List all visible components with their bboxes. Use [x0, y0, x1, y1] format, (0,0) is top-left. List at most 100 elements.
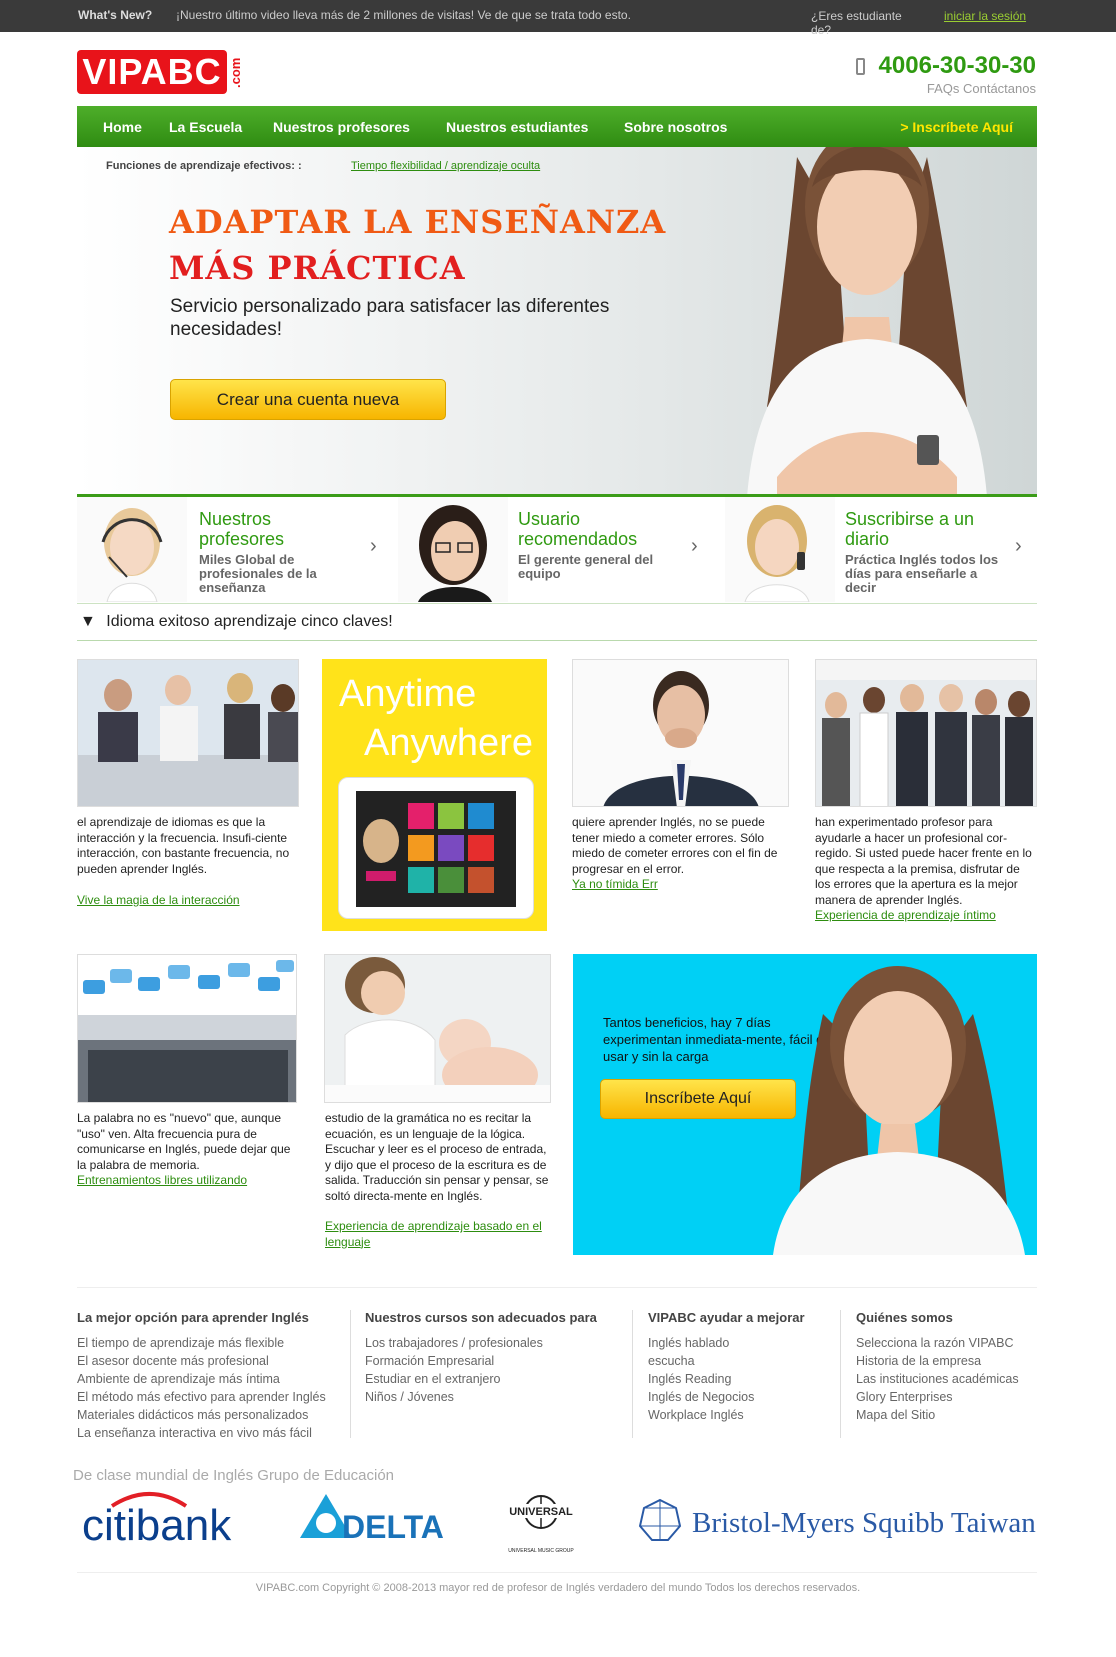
card-5-text: La palabra no es "nuevo" que, aunque "us…	[77, 1111, 291, 1172]
features-label: Funciones de aprendizaje efectivos: :	[106, 160, 302, 172]
chevron-right-icon: ›	[370, 535, 377, 557]
business-team-photo	[815, 659, 1037, 807]
footer-link[interactable]: Historia de la empresa	[856, 1352, 1046, 1370]
meeting-photo	[77, 659, 299, 807]
hero-headline-2: MÁS PRÁCTICA	[169, 249, 466, 287]
card-5-link[interactable]: Entrenamientos libres utilizando	[77, 1173, 247, 1189]
universal-music-logo: UNIVERSAL UNIVERSAL MUSIC GROUP	[504, 1495, 578, 1554]
footer-link[interactable]: Las instituciones académicas	[856, 1370, 1046, 1388]
footer-link[interactable]: Ambiente de aprendizaje más íntima	[77, 1370, 347, 1388]
card-6-text: estudio de la gramática no es recitar la…	[325, 1111, 549, 1203]
login-link[interactable]: iniciar la sesión	[944, 9, 1026, 23]
tablet-illustration	[338, 777, 534, 919]
footer-col-title: VIPABC ayudar a mejorar	[648, 1310, 805, 1325]
promo-teachers[interactable]: Nuestros profesores Miles Global de prof…	[77, 497, 397, 602]
footer-separator	[350, 1310, 351, 1438]
footer-link[interactable]: La enseñanza interactiva en vivo más fác…	[77, 1424, 347, 1442]
footer-col-improve: VIPABC ayudar a mejorar Inglés hablado e…	[648, 1310, 838, 1424]
mobile-phone-icon	[856, 58, 865, 75]
footer-link[interactable]: Materiales didácticos más personalizados	[77, 1406, 347, 1424]
nav-item-home[interactable]: Home	[103, 119, 142, 135]
chevron-right-icon: ›	[1015, 535, 1022, 557]
footer-col-title: La mejor opción para aprender Inglés	[77, 1310, 309, 1325]
footer-col-best-option: La mejor opción para aprender Inglés El …	[77, 1310, 347, 1442]
card-6-link[interactable]: Experiencia de aprendizaje basado en el …	[325, 1219, 550, 1250]
delta-logo-text: DELTA	[342, 1509, 444, 1545]
chevron-right-icon: ›	[691, 535, 698, 557]
footer-link[interactable]: Glory Enterprises	[856, 1388, 1046, 1406]
footer-divider	[77, 1287, 1037, 1288]
features-link[interactable]: Tiempo flexibilidad / aprendizaje oculta	[351, 160, 540, 172]
footer-link[interactable]: Formación Empresarial	[365, 1352, 630, 1370]
phone-number: 4006-30-30-30	[878, 52, 1036, 79]
footer-separator	[840, 1310, 841, 1438]
card-1-link[interactable]: Vive la magia de la interacción	[77, 893, 240, 909]
subscriber-phone-photo	[725, 497, 835, 602]
footer-link[interactable]: El tiempo de aprendizaje más flexible	[77, 1334, 347, 1352]
crowd-speech-bubbles-photo	[77, 954, 297, 1103]
promo-users-desc: El gerente general del equipo	[518, 552, 654, 581]
footer-link[interactable]: El asesor docente más profesional	[77, 1352, 347, 1370]
news-ticker-text[interactable]: ¡Nuestro último video lleva más de 2 mil…	[176, 8, 631, 22]
card-3-text: quiere aprender Inglés, no se puede tene…	[572, 815, 778, 876]
footer-col-courses: Nuestros cursos son adecuados para Los t…	[365, 1310, 630, 1406]
citibank-logo: citibank	[82, 1492, 232, 1550]
signup-promo-card[interactable]: Tantos beneficios, hay 7 días experiment…	[573, 954, 1037, 1255]
citibank-logo-text: citibank	[82, 1501, 232, 1550]
footer-link[interactable]: Niños / Jóvenes	[365, 1388, 630, 1406]
footer-link[interactable]: escucha	[648, 1352, 838, 1370]
section-title: ▼ Idioma exitoso aprendizaje cinco clave…	[80, 613, 393, 630]
anytime-anywhere-card[interactable]: Anytime Anywhere	[322, 659, 547, 931]
user-glasses-photo	[398, 497, 508, 602]
card-3-link[interactable]: Ya no tímida Err	[572, 877, 658, 893]
delta-logo: DELTA	[300, 1494, 444, 1545]
promo-subscribe-desc: Práctica Inglés todos los días para ense…	[845, 552, 999, 595]
footer-link[interactable]: El método más efectivo para aprender Ing…	[77, 1388, 347, 1406]
universal-logo-text: UNIVERSAL	[509, 1506, 573, 1518]
faqs-contact-link[interactable]: FAQs Contáctanos	[927, 81, 1036, 96]
promo-users[interactable]: Usuario recomendados El gerente general …	[398, 497, 718, 602]
top-bar: What's New? ¡Nuestro último video lleva …	[0, 0, 1116, 37]
promo-divider	[77, 603, 1037, 604]
nav-item-profesores[interactable]: Nuestros profesores	[273, 119, 410, 135]
footer-col-title: Nuestros cursos son adecuados para	[365, 1310, 597, 1325]
card-4-link[interactable]: Experiencia de aprendizaje íntimo	[815, 908, 996, 924]
create-account-button[interactable]: Crear una cuenta nueva	[170, 379, 446, 420]
anytime-text: Anytime	[339, 673, 477, 715]
whats-new-label: What's New?	[78, 8, 153, 22]
section-divider	[77, 640, 1037, 641]
hero-headline-1: ADAPTAR LA ENSEÑANZA	[169, 203, 667, 241]
footer-link[interactable]: Workplace Inglés	[648, 1406, 838, 1424]
anywhere-text: Anywhere	[364, 722, 533, 764]
footer-link[interactable]: Inglés Reading	[648, 1370, 838, 1388]
promo-subscribe[interactable]: Suscribirse a un diario Práctica Inglés …	[725, 497, 1037, 602]
nav-item-sobre-nosotros[interactable]: Sobre nosotros	[624, 119, 727, 135]
mother-baby-photo	[324, 954, 551, 1103]
copyright-text: VIPABC.com Copyright © 2008-2013 mayor r…	[255, 1582, 861, 1594]
worried-man-photo	[572, 659, 789, 807]
partners-title: De clase mundial de Inglés Grupo de Educ…	[73, 1467, 395, 1484]
student-question: ¿Eres estudiante de?	[811, 9, 902, 37]
hero-woman-photo	[747, 147, 987, 494]
promo-users-title: Usuario recomendados	[518, 509, 638, 549]
universal-music-group-text: UNIVERSAL MUSIC GROUP	[508, 1548, 574, 1554]
card-1-text: el aprendizaje de idiomas es que la inte…	[77, 815, 290, 876]
triangle-down-icon: ▼	[80, 613, 96, 630]
nav-item-escuela[interactable]: La Escuela	[169, 119, 242, 135]
hero-subtitle: Servicio personalizado para satisfacer l…	[170, 296, 610, 340]
footer-link[interactable]: Selecciona la razón VIPABC	[856, 1334, 1046, 1352]
nav-signup-cta[interactable]: > Inscríbete Aquí	[900, 119, 1013, 135]
footer-link[interactable]: Estudiar en el extranjero	[365, 1370, 630, 1388]
vipabc-logo[interactable]: VIPABC	[77, 50, 227, 94]
footer-link[interactable]: Mapa del Sitio	[856, 1406, 1046, 1424]
promo-teachers-desc: Miles Global de profesionales de la ense…	[199, 552, 317, 595]
footer-separator	[632, 1310, 633, 1438]
footer-link[interactable]: Los trabajadores / profesionales	[365, 1334, 630, 1352]
logo-suffix: .com	[228, 57, 243, 89]
bms-logo-text: Bristol-Myers Squibb Taiwan	[692, 1507, 1036, 1539]
nav-item-estudiantes[interactable]: Nuestros estudiantes	[446, 119, 588, 135]
footer-link[interactable]: Inglés hablado	[648, 1334, 838, 1352]
card-4-text: han experimentado profesor para ayudarle…	[815, 815, 1032, 907]
promo-teachers-title: Nuestros profesores	[199, 509, 285, 549]
footer-link[interactable]: Inglés de Negocios	[648, 1388, 838, 1406]
